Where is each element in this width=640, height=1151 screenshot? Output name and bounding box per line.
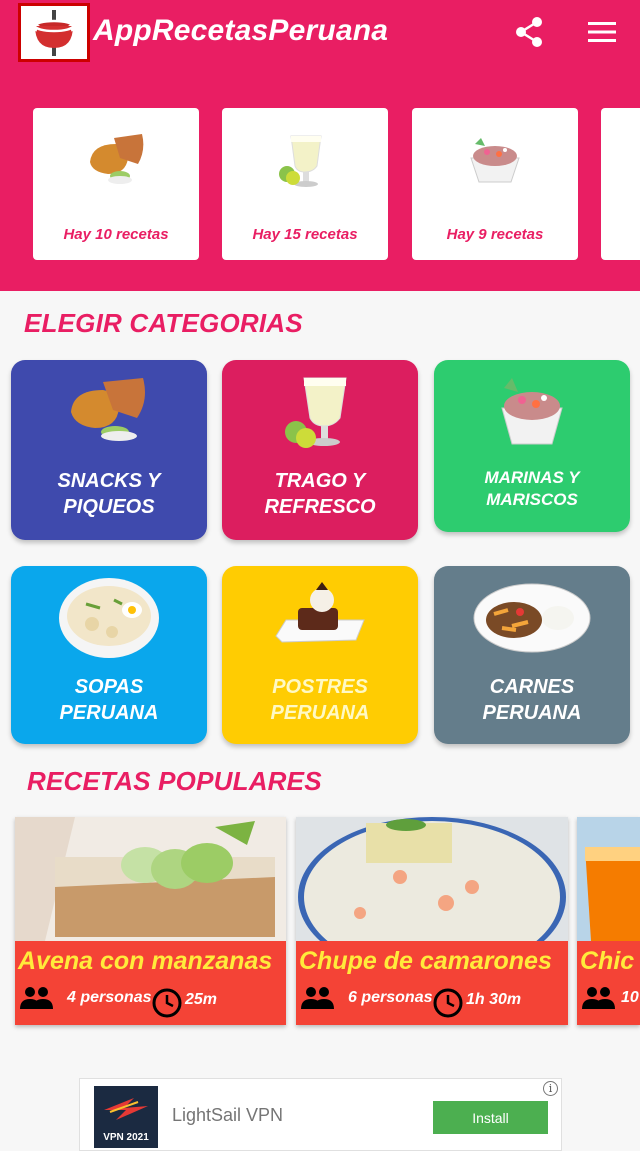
- featured-count: Hay 15 recetas: [252, 226, 358, 243]
- category-label: TRAGO Y REFRESCO: [264, 470, 376, 518]
- featured-card-marinas[interactable]: Hay 9 recetas: [412, 108, 578, 260]
- featured-card-partial[interactable]: [601, 108, 640, 260]
- featured-count: Hay 9 recetas: [446, 226, 544, 243]
- recipe-card-partial[interactable]: Chic 10: [577, 817, 640, 1025]
- ceviche-image: [501, 378, 563, 445]
- category-trago[interactable]: TRAGO Y REFRESCO: [222, 360, 418, 540]
- ad-app-logo: VPN 2021: [94, 1086, 158, 1148]
- recipe-servings: 10: [581, 985, 639, 1011]
- app-title: AppRecetasPeruana: [93, 14, 389, 47]
- app-logo-pot-icon: [18, 3, 90, 62]
- ad-app-name: LightSail VPN: [172, 1105, 284, 1125]
- category-label: CARNES PERUANA: [482, 676, 582, 724]
- chupe-photo: [296, 817, 568, 941]
- people-icon: [20, 987, 53, 1009]
- recipe-name: Avena con manzanas: [18, 947, 273, 975]
- clock-icon: [152, 988, 182, 1018]
- category-label: SNACKS Y PIQUEOS: [57, 470, 161, 518]
- info-icon[interactable]: i: [543, 1081, 558, 1096]
- soup-image: [59, 578, 159, 658]
- category-label: POSTRES PERUANA: [270, 676, 370, 724]
- dessert-image: [275, 582, 365, 643]
- recipe-time: 1h 30m: [432, 987, 521, 1019]
- install-button[interactable]: Install: [433, 1101, 548, 1134]
- recipe-servings: 4 personas: [19, 985, 151, 1011]
- category-carnes[interactable]: CARNES PERUANA: [434, 566, 630, 744]
- menu-button[interactable]: [584, 14, 620, 50]
- recipe-time: 25m: [151, 987, 217, 1019]
- featured-count: Hay 10 recetas: [63, 226, 169, 243]
- recipe-name: Chupe de camarones: [299, 947, 552, 975]
- lomo-saltado-image: [473, 583, 591, 653]
- snacks-image: [90, 134, 144, 184]
- share-button[interactable]: [512, 14, 548, 50]
- category-label: MARINAS Y MARISCOS: [484, 468, 580, 509]
- lightning-icon: [104, 1098, 148, 1120]
- ad-banner[interactable]: VPN 2021 LightSail VPN Install i: [79, 1078, 562, 1151]
- category-sopas[interactable]: SOPAS PERUANA: [11, 566, 207, 744]
- featured-carousel[interactable]: Hay 10 recetas Hay 15 recetas Hay 9 rece…: [0, 108, 640, 260]
- category-postres[interactable]: POSTRES PERUANA: [222, 566, 418, 744]
- category-snacks[interactable]: SNACKS Y PIQUEOS: [11, 360, 207, 540]
- share-icon: [516, 17, 542, 47]
- pisco-sour-image: [279, 135, 322, 187]
- recipe-card-avena[interactable]: Avena con manzanas 4 personas 25m: [15, 817, 286, 1025]
- ceviche-image: [470, 138, 520, 183]
- menu-icon: [588, 22, 616, 42]
- people-icon: [301, 987, 334, 1009]
- popular-title: RECETAS POPULARES: [27, 766, 322, 796]
- pisco-sour-image: [285, 377, 347, 448]
- recipe-name: Chic: [580, 947, 635, 975]
- categories-title: ELEGIR CATEGORIAS: [24, 308, 303, 338]
- avena-photo: [15, 817, 286, 941]
- chicha-photo: [577, 817, 640, 941]
- clock-icon: [433, 988, 463, 1018]
- recipe-card-chupe[interactable]: Chupe de camarones 6 personas 1h 30m: [296, 817, 568, 1025]
- snacks-image: [71, 378, 145, 441]
- recipe-servings: 6 personas: [300, 985, 432, 1011]
- category-marinas[interactable]: MARINAS Y MARISCOS: [434, 360, 630, 532]
- category-label: SOPAS PERUANA: [59, 676, 159, 724]
- featured-card-trago[interactable]: Hay 15 recetas: [222, 108, 388, 260]
- people-icon: [582, 987, 615, 1009]
- featured-card-snacks[interactable]: Hay 10 recetas: [33, 108, 199, 260]
- app-header: AppRecetasPeruana Hay 10 recetas Hay 15 …: [0, 0, 640, 291]
